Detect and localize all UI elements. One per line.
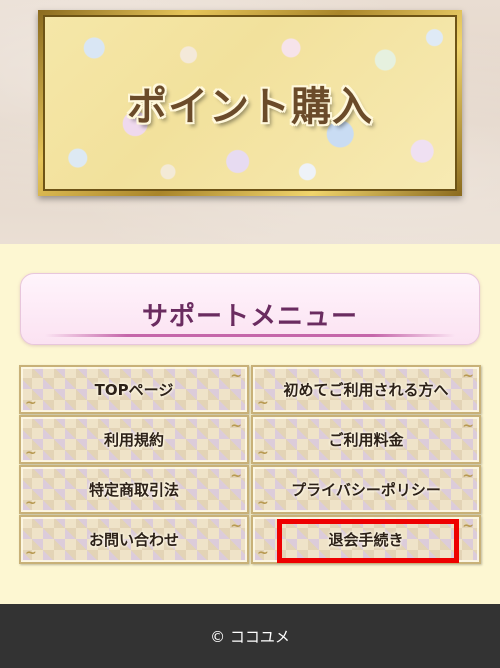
ornament-icon: ~	[230, 468, 242, 484]
ornament-icon: ~	[25, 545, 37, 561]
ornament-icon: ~	[462, 368, 474, 384]
point-purchase-banner[interactable]: ポイント購入	[38, 10, 462, 196]
copyright-text: © ココユメ	[210, 627, 290, 646]
support-menu-underline	[45, 334, 455, 337]
ornament-icon: ~	[257, 395, 269, 411]
menu-button-withdrawal[interactable]: ~ ~ 退会手続き	[251, 515, 481, 564]
menu-button-label: 初めてご利用される方へ	[283, 381, 449, 399]
support-menu-title: サポートメニュー	[141, 302, 358, 332]
menu-button-terms-of-use[interactable]: ~ ~ 利用規約	[19, 415, 249, 464]
menu-button-privacy-policy[interactable]: ~ ~ プライバシーポリシー	[251, 465, 481, 514]
ornament-icon: ~	[257, 545, 269, 561]
ornament-icon: ~	[462, 468, 474, 484]
menu-button-top-page[interactable]: ~ ~ TOPページ	[19, 365, 249, 414]
footer: © ココユメ	[0, 604, 500, 668]
menu-button-label: お問い合わせ	[88, 531, 179, 549]
menu-button-first-time-users[interactable]: ~ ~ 初めてご利用される方へ	[251, 365, 481, 414]
ornament-icon: ~	[230, 418, 242, 434]
menu-button-label: 退会手続き	[328, 531, 404, 549]
menu-button-label: 特定商取引法	[88, 481, 179, 499]
banner-image: ポイント購入	[43, 15, 457, 191]
support-menu-header: サポートメニュー	[20, 273, 480, 345]
ornament-icon: ~	[25, 445, 37, 461]
ornament-icon: ~	[462, 418, 474, 434]
menu-button-label: プライバシーポリシー	[291, 481, 441, 499]
ornament-icon: ~	[25, 495, 37, 511]
ornament-icon: ~	[257, 495, 269, 511]
ornament-icon: ~	[462, 518, 474, 534]
menu-button-label: TOPページ	[94, 381, 174, 399]
ornament-icon: ~	[25, 395, 37, 411]
menu-button-usage-fees[interactable]: ~ ~ ご利用料金	[251, 415, 481, 464]
banner-title: ポイント購入	[127, 84, 373, 130]
banner-area: ポイント購入	[0, 0, 500, 244]
menu-button-contact[interactable]: ~ ~ お問い合わせ	[19, 515, 249, 564]
menu-button-label: 利用規約	[103, 431, 164, 449]
ornament-icon: ~	[257, 445, 269, 461]
menu-button-commercial-transactions[interactable]: ~ ~ 特定商取引法	[19, 465, 249, 514]
ornament-icon: ~	[230, 368, 242, 384]
ornament-icon: ~	[230, 518, 242, 534]
menu-button-label: ご利用料金	[328, 431, 404, 449]
